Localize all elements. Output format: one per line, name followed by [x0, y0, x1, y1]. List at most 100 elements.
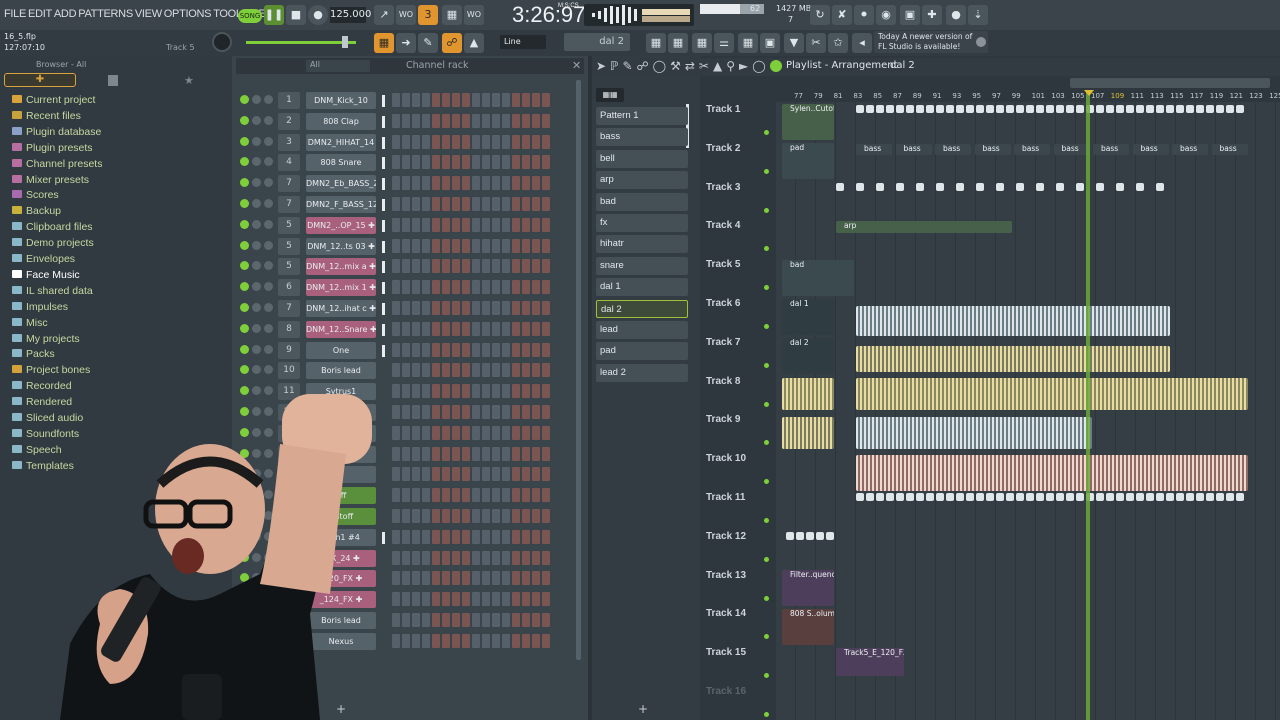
- step-button[interactable]: [512, 363, 520, 378]
- channel-select-bar[interactable]: [382, 344, 385, 357]
- browser-item[interactable]: Speech: [12, 444, 62, 456]
- stop-button[interactable]: ■: [286, 5, 306, 25]
- step-button[interactable]: [542, 633, 550, 648]
- step-button[interactable]: [452, 155, 460, 170]
- menu-options[interactable]: OPTIONS: [164, 8, 212, 20]
- pattern-block[interactable]: [1056, 105, 1064, 113]
- step-button[interactable]: [542, 197, 550, 211]
- track-label[interactable]: Track 3: [706, 182, 740, 193]
- step-button[interactable]: [452, 613, 460, 627]
- step-button[interactable]: [442, 301, 450, 315]
- step-button[interactable]: [432, 217, 440, 232]
- audio-clip[interactable]: [856, 378, 1248, 410]
- step-button[interactable]: [492, 509, 500, 523]
- step-button[interactable]: [392, 197, 400, 211]
- step-button[interactable]: [522, 321, 530, 336]
- step-button[interactable]: [532, 571, 540, 586]
- menu-patterns[interactable]: PATTERNS: [78, 8, 133, 20]
- browser-item[interactable]: Plugin database: [12, 126, 101, 138]
- pattern-block[interactable]: [896, 105, 904, 113]
- pattern-block[interactable]: [956, 493, 964, 501]
- channel-rack-icon[interactable]: ▦: [738, 33, 758, 53]
- step-button[interactable]: [462, 197, 470, 211]
- step-button[interactable]: [462, 509, 470, 523]
- pattern-item[interactable]: bad: [596, 192, 688, 211]
- step-button[interactable]: [482, 176, 490, 191]
- channel-knob[interactable]: [252, 365, 261, 375]
- step-button[interactable]: [422, 633, 430, 648]
- browser-tab-files-icon[interactable]: [108, 75, 118, 86]
- step-button[interactable]: [442, 446, 450, 461]
- channel-mixer-track[interactable]: 8: [278, 320, 300, 338]
- step-button[interactable]: [472, 301, 480, 315]
- step-button[interactable]: [492, 363, 500, 378]
- step-button[interactable]: [392, 113, 400, 128]
- step-button[interactable]: [402, 425, 410, 440]
- step-button[interactable]: [522, 405, 530, 419]
- step-button[interactable]: [502, 113, 510, 128]
- step-button[interactable]: [462, 405, 470, 419]
- channel-select-bar[interactable]: [382, 282, 385, 295]
- track-label[interactable]: Track 16: [706, 686, 746, 697]
- pattern-block[interactable]: [1096, 105, 1104, 113]
- step-button[interactable]: [392, 238, 400, 253]
- step-button[interactable]: [502, 384, 510, 399]
- add-icon[interactable]: ✚: [922, 5, 942, 25]
- step-button[interactable]: [432, 467, 440, 482]
- step-button[interactable]: [462, 488, 470, 503]
- pattern-block[interactable]: [1116, 183, 1124, 191]
- step-button[interactable]: [522, 155, 530, 170]
- track-led[interactable]: [764, 207, 769, 213]
- track-led[interactable]: [764, 518, 769, 523]
- step-button[interactable]: [522, 197, 530, 211]
- step-button[interactable]: [442, 280, 450, 295]
- pattern-block[interactable]: [1166, 105, 1174, 113]
- step-button[interactable]: [482, 259, 490, 274]
- step-button[interactable]: [522, 217, 530, 232]
- step-button[interactable]: [392, 342, 400, 357]
- pattern-block[interactable]: [876, 105, 884, 113]
- step-button[interactable]: [462, 425, 470, 440]
- step-button[interactable]: [422, 384, 430, 399]
- slider-handle[interactable]: [342, 36, 348, 48]
- pattern-block[interactable]: [786, 532, 794, 540]
- step-button[interactable]: [492, 197, 500, 211]
- step-button[interactable]: [402, 176, 410, 191]
- track-label[interactable]: Track 11: [706, 492, 745, 503]
- step-button[interactable]: [422, 197, 430, 211]
- channel-mixer-track[interactable]: 9: [278, 341, 300, 359]
- pattern-block[interactable]: [1156, 105, 1164, 113]
- step-button[interactable]: [532, 592, 540, 607]
- step-button[interactable]: [402, 342, 410, 357]
- pattern-block[interactable]: [946, 105, 954, 113]
- step-button[interactable]: [462, 93, 470, 107]
- step-button[interactable]: [412, 425, 420, 440]
- step-button[interactable]: [422, 425, 430, 440]
- step-button[interactable]: [422, 529, 430, 544]
- step-button[interactable]: [532, 613, 540, 627]
- step-button[interactable]: [542, 217, 550, 232]
- channel-knob[interactable]: [264, 282, 273, 292]
- channel-mixer-track[interactable]: 7: [278, 300, 300, 317]
- playlist-overview[interactable]: [1070, 78, 1270, 88]
- pattern-block[interactable]: [796, 532, 804, 540]
- channel-name[interactable]: One: [306, 341, 376, 359]
- channel-knob[interactable]: [252, 115, 261, 125]
- menu-view[interactable]: VIEW: [135, 8, 162, 20]
- step-button[interactable]: [512, 592, 520, 607]
- playlist-icon[interactable]: ▦: [646, 33, 666, 53]
- pattern-block[interactable]: [1206, 105, 1214, 113]
- channel-select-bar[interactable]: [382, 136, 385, 149]
- channel-knob[interactable]: [252, 136, 261, 146]
- pattern-clip-bass[interactable]: bass: [1172, 144, 1208, 155]
- step-button[interactable]: [492, 259, 500, 274]
- step-button[interactable]: [452, 571, 460, 586]
- step-button[interactable]: [422, 134, 430, 149]
- step-button[interactable]: [502, 301, 510, 315]
- channel-knob[interactable]: [252, 178, 261, 188]
- step-button[interactable]: [502, 550, 510, 565]
- step-button[interactable]: [432, 613, 440, 627]
- step-button[interactable]: [472, 134, 480, 149]
- step-button[interactable]: [472, 280, 480, 295]
- channel-name[interactable]: DNM_12..mix a ✚: [306, 258, 376, 276]
